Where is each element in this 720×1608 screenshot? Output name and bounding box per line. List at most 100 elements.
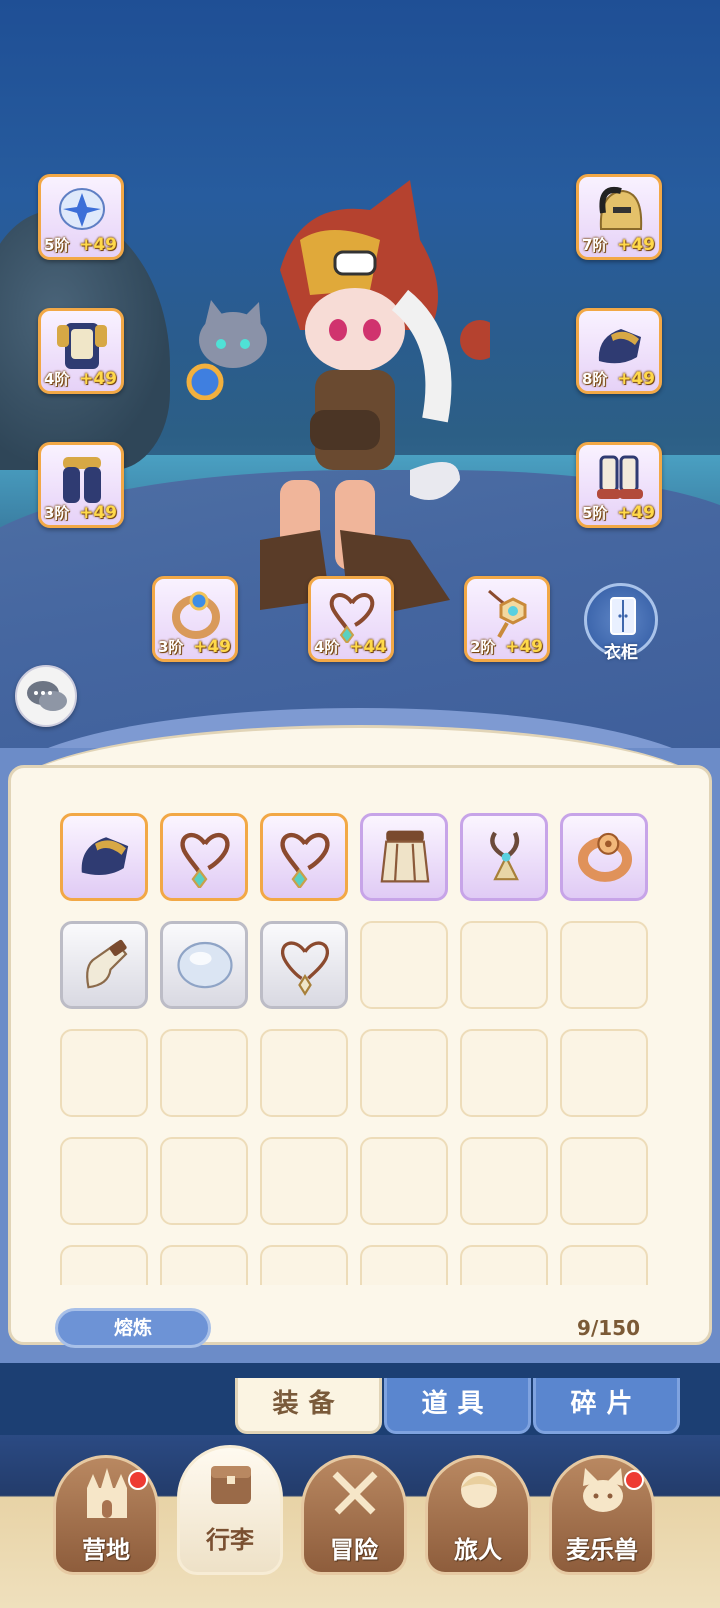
inventory-slot-empty[interactable] [360,921,448,1009]
inventory-slot-empty[interactable] [360,1029,448,1117]
pet-icon [583,1468,623,1512]
inventory-slot[interactable] [160,921,248,1009]
inventory-slot-empty[interactable] [260,1245,348,1285]
inventory-slot-empty[interactable] [60,1137,148,1225]
equip-tier: 3阶 [44,504,70,522]
inventory-slot-empty[interactable] [260,1137,348,1225]
inventory-slot-empty[interactable] [60,1029,148,1117]
tab-items[interactable]: 道具 [384,1378,531,1434]
equip-tier: 5阶 [44,236,70,254]
equip-slot-gloves[interactable]: 8阶 +49 [576,308,662,394]
equip-slot-helmet[interactable]: 7阶 +49 [576,174,662,260]
equip-tier: 5阶 [582,504,608,522]
inventory-slot-empty[interactable] [460,1245,548,1285]
equip-tier: 4阶 [314,638,340,656]
skirt-icon [380,830,430,883]
necklace-icon [280,941,330,996]
inventory-slot-empty[interactable] [560,1245,648,1285]
equip-tier: 8阶 [582,370,608,388]
equip-plus: +49 [193,637,231,657]
inventory-slot-empty[interactable] [460,921,548,1009]
helmet-icon [599,187,643,230]
player-character[interactable] [260,180,490,620]
equip-plus: +49 [79,235,117,255]
inventory-slot[interactable] [260,813,348,901]
inventory-grid[interactable] [60,813,660,1285]
inventory-slot[interactable] [560,813,648,901]
inventory-slot-empty[interactable] [360,1137,448,1225]
amulet-icon [488,589,527,638]
equip-tier: 7阶 [582,236,608,254]
nav-pet[interactable]: 麦乐兽 [549,1455,655,1575]
character-scene: 5阶 +49 4阶 +49 3阶 +49 7阶 +49 8阶 +49 5阶 +4… [0,0,720,790]
chat-button[interactable] [15,665,77,727]
inventory-slot[interactable] [460,813,548,901]
nav-pet-label: 麦乐兽 [566,1536,638,1564]
traveler-icon [461,1472,497,1508]
nav-luggage-label: 行李 [206,1526,254,1554]
ring-icon [577,832,633,882]
nav-adventure-label: 冒险 [330,1536,378,1564]
equip-plus: +44 [349,637,387,657]
wardrobe-button[interactable]: 衣柜 [584,583,658,663]
inventory-slot-empty[interactable] [260,1029,348,1117]
necklace-icon [280,832,330,888]
necklace-icon [180,832,230,888]
tab-equipment[interactable]: 装备 [235,1378,382,1434]
equip-plus: +49 [617,503,655,523]
ring-icon [172,591,220,639]
inventory-slot[interactable] [160,813,248,901]
armor-chest-icon [57,323,107,369]
equip-slot-ring[interactable]: 3阶 +49 [152,576,238,662]
equip-slot-chest[interactable]: 4阶 +49 [38,308,124,394]
inventory-slot[interactable] [260,921,348,1009]
inventory-slot-empty[interactable] [560,1137,648,1225]
armor-legs-icon [63,457,101,503]
inventory-slot-empty[interactable] [460,1029,548,1117]
inventory-slot-empty[interactable] [160,1137,248,1225]
inventory-slot-empty[interactable] [160,1245,248,1285]
equip-slot-amulet[interactable]: 2阶 +49 [464,576,550,662]
equip-tier: 2阶 [470,638,496,656]
inventory-slot-empty[interactable] [460,1137,548,1225]
equip-slot-necklace[interactable]: 4阶 +44 [308,576,394,662]
inventory-slot-empty[interactable] [60,1245,148,1285]
wardrobe-icon [610,597,636,635]
equip-slot-ornament[interactable]: 5阶 +49 [38,174,124,260]
chat-bubble-icon [27,681,67,711]
nav-luggage[interactable]: 行李 [177,1445,283,1575]
notification-badge [128,1470,148,1490]
inventory-slot-empty[interactable] [160,1029,248,1117]
equip-plus: +49 [505,637,543,657]
equip-plus: +49 [617,369,655,389]
nav-adventure[interactable]: 冒险 [301,1455,407,1575]
gauntlet-icon [598,329,641,364]
nav-camp[interactable]: 营地 [53,1455,159,1575]
equip-plus: +49 [617,235,655,255]
inventory-slot[interactable] [60,813,148,901]
inventory-slot-empty[interactable] [560,1029,648,1117]
nav-traveler[interactable]: 旅人 [425,1455,531,1575]
inventory-slot[interactable] [60,921,148,1009]
castle-icon [87,1468,127,1518]
shell-icon [177,941,233,989]
backpack-icon [211,1466,251,1504]
crossed-swords-icon [332,1471,378,1515]
inventory-capacity: 9/150 [577,1316,640,1340]
equip-slot-legs[interactable]: 3阶 +49 [38,442,124,528]
equip-tier: 4阶 [44,370,70,388]
wardrobe-label: 衣柜 [604,643,638,663]
gauntlet-icon [81,837,129,876]
tab-fragments[interactable]: 碎片 [533,1378,680,1434]
inventory-slot[interactable] [360,813,448,901]
necklace-icon [329,593,375,643]
inventory-slot-empty[interactable] [560,921,648,1009]
inventory-slot-empty[interactable] [360,1245,448,1285]
equip-slot-boots[interactable]: 5阶 +49 [576,442,662,528]
equip-plus: +49 [79,369,117,389]
notification-badge [624,1470,644,1490]
smelt-button[interactable]: 熔炼 [55,1308,211,1348]
nav-traveler-label: 旅人 [454,1536,502,1564]
nav-camp-label: 营地 [82,1536,130,1564]
boots-icon [597,455,643,499]
